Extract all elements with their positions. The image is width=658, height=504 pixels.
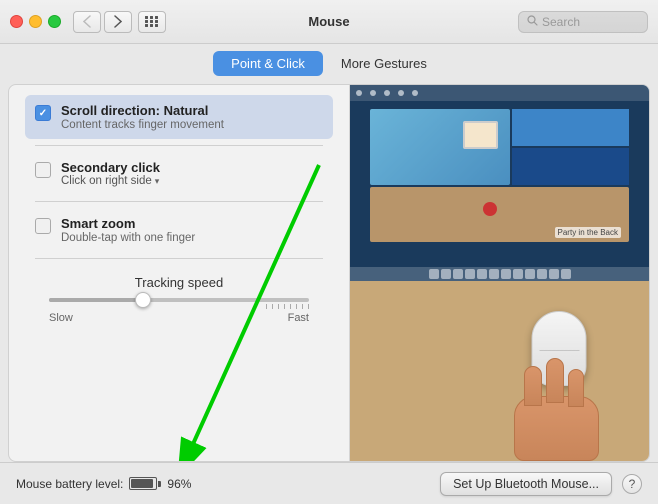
preview-screen: Party in the Back — [350, 101, 649, 267]
menubar-item — [370, 90, 376, 96]
battery-label: Mouse battery level: — [16, 477, 123, 491]
nav-buttons — [73, 11, 132, 33]
preview-desktop: Party in the Back — [350, 85, 649, 281]
secondary-click-subtitle[interactable]: Click on right side ▾ — [61, 175, 160, 187]
scroll-direction-checkbox[interactable] — [35, 105, 51, 121]
titlebar: Mouse Search — [0, 0, 658, 44]
search-icon — [527, 15, 538, 29]
dock-icon — [465, 269, 475, 279]
art-left — [370, 109, 510, 185]
smart-zoom-subtitle: Double-tap with one finger — [61, 232, 195, 244]
fast-label: Fast — [288, 312, 309, 324]
slider-labels: Slow Fast — [49, 312, 309, 324]
art-right — [512, 109, 629, 185]
divider-1 — [35, 145, 323, 146]
forward-button[interactable] — [104, 11, 132, 33]
tab-more-gestures[interactable]: More Gestures — [323, 51, 445, 76]
right-panel: Party in the Back — [349, 85, 649, 461]
battery-percent: 96% — [167, 477, 191, 491]
search-placeholder: Search — [542, 15, 580, 29]
battery-section: Mouse battery level: 96% — [16, 477, 191, 491]
dock-icon — [525, 269, 535, 279]
dock-icon — [561, 269, 571, 279]
menubar-item — [398, 90, 404, 96]
scroll-direction-setting[interactable]: Scroll direction: Natural Content tracks… — [25, 95, 333, 139]
help-button[interactable]: ? — [622, 474, 642, 494]
smart-zoom-title: Smart zoom — [61, 216, 195, 231]
scroll-direction-title: Scroll direction: Natural — [61, 103, 224, 118]
tab-point-click[interactable]: Point & Click — [213, 51, 323, 76]
art-top — [370, 109, 629, 185]
slider-ticks — [49, 304, 309, 309]
secondary-click-setting[interactable]: Secondary click Click on right side ▾ — [25, 152, 333, 195]
battery-icon — [129, 477, 161, 490]
preview-menubar — [350, 85, 649, 101]
tabbar: Point & Click More Gestures — [0, 44, 658, 84]
dock-icon — [537, 269, 547, 279]
grid-view-button[interactable] — [138, 11, 166, 33]
smart-zoom-setting[interactable]: Smart zoom Double-tap with one finger — [25, 208, 333, 252]
slider-fill — [49, 298, 140, 302]
bluetooth-button[interactable]: Set Up Bluetooth Mouse... — [440, 472, 612, 496]
window-title: Mouse — [308, 14, 349, 29]
dock-icon — [453, 269, 463, 279]
dock-icon — [477, 269, 487, 279]
tracking-slider-container: Slow Fast — [35, 298, 323, 324]
close-button[interactable] — [10, 15, 23, 28]
slider-track — [49, 298, 309, 302]
divider-3 — [35, 258, 323, 259]
smart-zoom-text: Smart zoom Double-tap with one finger — [61, 216, 195, 244]
dropdown-arrow-icon: ▾ — [155, 176, 160, 187]
battery-tip — [158, 481, 161, 487]
menubar-item — [412, 90, 418, 96]
maximize-button[interactable] — [48, 15, 61, 28]
left-panel: Scroll direction: Natural Content tracks… — [9, 85, 349, 461]
mouse-visual — [489, 291, 629, 461]
search-box[interactable]: Search — [518, 11, 648, 33]
scroll-direction-subtitle: Content tracks finger movement — [61, 119, 224, 131]
grid-icon — [145, 16, 159, 27]
bottom-right: Set Up Bluetooth Mouse... ? — [440, 472, 642, 496]
smart-zoom-checkbox[interactable] — [35, 218, 51, 234]
scroll-direction-text: Scroll direction: Natural Content tracks… — [61, 103, 224, 131]
hand — [504, 371, 614, 461]
traffic-lights — [10, 15, 61, 28]
tracking-speed-label: Tracking speed — [35, 275, 323, 290]
dock-icon — [549, 269, 559, 279]
artwork: Party in the Back — [370, 109, 629, 247]
art-bottom: Party in the Back — [370, 187, 629, 242]
back-button[interactable] — [73, 11, 101, 33]
slow-label: Slow — [49, 312, 73, 324]
mouse-line — [539, 350, 579, 351]
divider-2 — [35, 201, 323, 202]
main-content: Scroll direction: Natural Content tracks… — [8, 84, 650, 462]
dock-icon — [513, 269, 523, 279]
minimize-button[interactable] — [29, 15, 42, 28]
secondary-click-text: Secondary click Click on right side ▾ — [61, 160, 160, 187]
menubar-item — [356, 90, 362, 96]
battery-fill — [131, 479, 152, 488]
bottom-bar: Mouse battery level: 96% Set Up Bluetoot… — [0, 462, 658, 504]
dock-icon — [441, 269, 451, 279]
dock-icon — [429, 269, 439, 279]
dock-icon — [501, 269, 511, 279]
preview-dock — [350, 267, 649, 281]
preview-top: Party in the Back — [350, 85, 649, 281]
secondary-click-title: Secondary click — [61, 160, 160, 175]
tracking-speed-section: Tracking speed Slow Fast — [25, 265, 333, 324]
secondary-click-checkbox[interactable] — [35, 162, 51, 178]
preview-bottom — [350, 281, 649, 461]
battery-body — [129, 477, 157, 490]
menubar-item — [384, 90, 390, 96]
slider-thumb[interactable] — [135, 292, 151, 308]
dock-icon — [489, 269, 499, 279]
